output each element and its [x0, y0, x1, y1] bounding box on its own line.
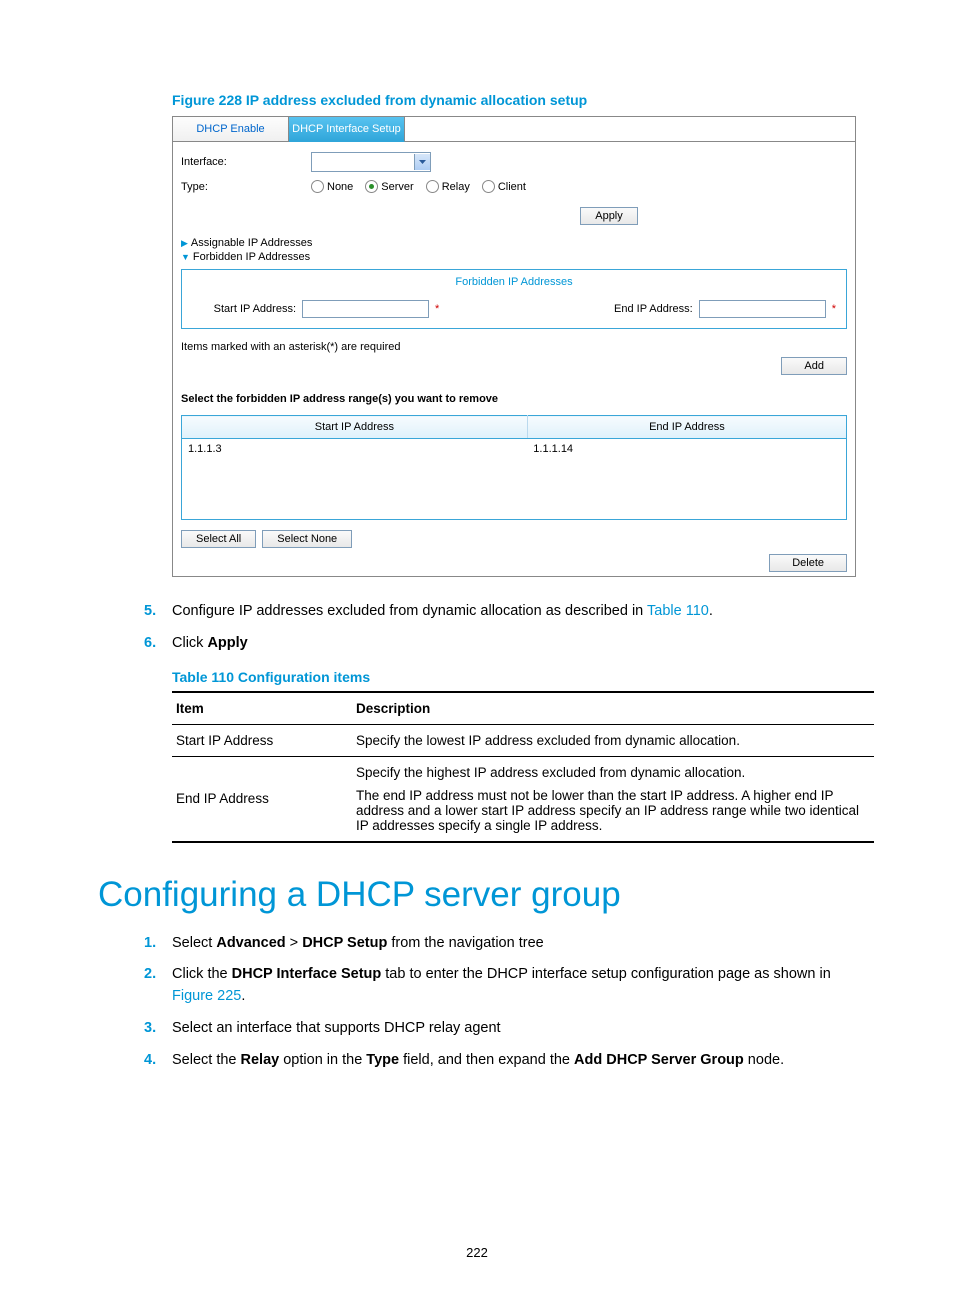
- step-5-text: Configure IP addresses excluded from dyn…: [172, 601, 713, 623]
- config-item-end: End IP Address: [172, 756, 352, 842]
- step-b-text-3: Select an interface that supports DHCP r…: [172, 1018, 501, 1040]
- forbidden-box: Forbidden IP Addresses Start IP Address:…: [181, 269, 847, 329]
- step-b-num-1: 1.: [144, 933, 172, 955]
- forbidden-header: Forbidden IP Addresses: [182, 270, 846, 294]
- start-ip-input[interactable]: [302, 300, 429, 318]
- triangle-down-icon: [181, 251, 190, 263]
- config-th-item: Item: [172, 692, 352, 725]
- col-start-ip: Start IP Address: [182, 416, 528, 439]
- add-button[interactable]: Add: [781, 357, 847, 375]
- type-radio-client-label: Client: [498, 181, 526, 193]
- config-table: Item Description Start IP Address Specif…: [172, 691, 874, 843]
- end-ip-label: End IP Address:: [553, 303, 693, 315]
- table-row[interactable]: 1.1.1.3 1.1.1.14: [182, 439, 847, 460]
- tab-dhcp-enable[interactable]: DHCP Enable: [173, 117, 289, 142]
- start-ip-label: Start IP Address:: [192, 303, 296, 315]
- step-b-text-2: Click the DHCP Interface Setup tab to en…: [172, 964, 856, 1008]
- type-radio-server[interactable]: Server: [365, 180, 413, 193]
- end-ip-input[interactable]: [699, 300, 826, 318]
- steps-b: 1.Select Advanced > DHCP Setup from the …: [144, 933, 856, 1072]
- type-radio-none-label: None: [327, 181, 353, 193]
- chevron-down-icon[interactable]: [414, 154, 430, 170]
- col-end-ip: End IP Address: [527, 416, 846, 439]
- forbidden-table: Start IP Address End IP Address 1.1.1.3 …: [181, 415, 847, 520]
- interface-select[interactable]: [311, 152, 431, 172]
- start-ip-asterisk: *: [435, 303, 439, 315]
- section-heading: Configuring a DHCP server group: [98, 875, 856, 915]
- step-b-text-1: Select Advanced > DHCP Setup from the na…: [172, 933, 544, 955]
- expander-forbidden[interactable]: Forbidden IP Addresses: [181, 251, 847, 263]
- type-radio-server-label: Server: [381, 181, 413, 193]
- type-radio-relay-label: Relay: [442, 181, 470, 193]
- tab-filler: [405, 117, 855, 142]
- select-all-button[interactable]: Select All: [181, 530, 256, 548]
- type-radio-relay[interactable]: Relay: [426, 180, 470, 193]
- step-b-num-3: 3.: [144, 1018, 172, 1040]
- dhcp-panel: DHCP Enable DHCP Interface Setup Interfa…: [172, 116, 856, 577]
- config-th-desc: Description: [352, 692, 874, 725]
- required-note: Items marked with an asterisk(*) are req…: [181, 341, 847, 353]
- step-6-text: Click Apply: [172, 633, 248, 655]
- expander-assignable-label: Assignable IP Addresses: [191, 237, 312, 249]
- tab-dhcp-interface-setup[interactable]: DHCP Interface Setup: [289, 117, 405, 142]
- table-caption: Table 110 Configuration items: [172, 669, 856, 685]
- cell-start-ip: 1.1.1.3: [182, 439, 528, 460]
- type-label: Type:: [181, 181, 311, 193]
- steps-a: 5. Configure IP addresses excluded from …: [144, 601, 856, 655]
- config-desc-end: Specify the highest IP address excluded …: [352, 756, 874, 842]
- expander-assignable[interactable]: Assignable IP Addresses: [181, 237, 847, 249]
- remove-prompt: Select the forbidden IP address range(s)…: [181, 393, 847, 405]
- cell-end-ip: 1.1.1.14: [527, 439, 846, 460]
- figure-caption: Figure 228 IP address excluded from dyna…: [172, 92, 856, 108]
- step-b-num-2: 2.: [144, 964, 172, 1008]
- page-number: 222: [0, 1245, 954, 1260]
- end-ip-asterisk: *: [832, 303, 836, 315]
- type-radio-group: None Server Relay Client: [311, 180, 526, 193]
- delete-button[interactable]: Delete: [769, 554, 847, 572]
- step-num-5: 5.: [144, 601, 172, 623]
- config-item-start: Start IP Address: [172, 724, 352, 756]
- step-b-text-4: Select the Relay option in the Type fiel…: [172, 1050, 784, 1072]
- apply-button[interactable]: Apply: [580, 207, 638, 225]
- type-radio-client[interactable]: Client: [482, 180, 526, 193]
- link-table-110[interactable]: Table 110: [647, 603, 709, 619]
- type-radio-none[interactable]: None: [311, 180, 353, 193]
- step-b-num-4: 4.: [144, 1050, 172, 1072]
- interface-label: Interface:: [181, 156, 311, 168]
- link-ref[interactable]: Figure 225: [172, 988, 241, 1004]
- expander-forbidden-label: Forbidden IP Addresses: [193, 251, 310, 263]
- triangle-right-icon: [181, 237, 188, 249]
- config-desc-start: Specify the lowest IP address excluded f…: [352, 724, 874, 756]
- select-none-button[interactable]: Select None: [262, 530, 352, 548]
- step-num-6: 6.: [144, 633, 172, 655]
